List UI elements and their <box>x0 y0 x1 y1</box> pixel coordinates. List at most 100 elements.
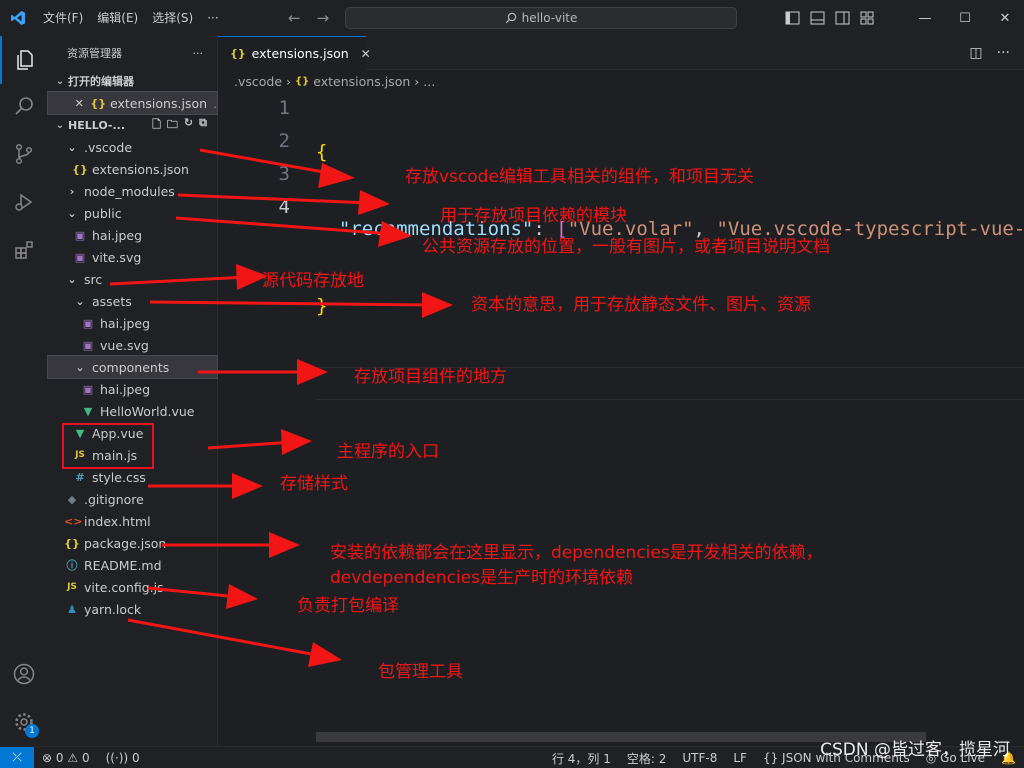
tree-item[interactable]: ▼ HelloWorld.vue <box>48 400 217 422</box>
tree-item[interactable]: ⌄ public <box>48 202 217 224</box>
maximize-button[interactable]: ☐ <box>945 11 985 26</box>
tree-item-label: .vscode <box>84 139 133 155</box>
code-content[interactable]: { "recommendations": ["Vue.volar", "Vue.… <box>316 92 1024 444</box>
explorer-icon[interactable] <box>0 36 48 84</box>
tree-item-label: main.js <box>92 447 138 463</box>
open-editor-item[interactable]: ✕ {} extensions.json . <box>47 91 218 115</box>
tree-item[interactable]: {} package.json <box>48 532 217 554</box>
annotation-assets: 资本的意思，用于存放静态文件、图片、资源 <box>471 295 811 315</box>
new-folder-icon[interactable]: 🗀 <box>167 116 178 135</box>
customize-layout-icon[interactable] <box>860 11 875 25</box>
indentation[interactable]: 空格: 2 <box>619 750 675 767</box>
tree-item[interactable]: ⌄ components <box>47 355 218 379</box>
run-debug-icon[interactable] <box>0 178 48 226</box>
tree-item[interactable]: ⌄ src <box>48 268 217 290</box>
problems-indicator[interactable]: ⊗ 0 ⚠ 0 <box>34 751 98 765</box>
annotation-public: 公共资源存放的位置，一般有图片，或者项目说明文档 <box>422 237 830 257</box>
image-file-icon: ▣ <box>82 316 94 330</box>
open-brace: { <box>316 141 328 163</box>
image-file-icon: ▣ <box>82 338 94 352</box>
html-file-icon: <> <box>64 514 83 528</box>
tree-item[interactable]: ◆ .gitignore <box>48 488 217 510</box>
cursor-position[interactable]: 行 4，列 1 <box>544 750 619 767</box>
chevron-right-icon: › <box>69 184 75 198</box>
open-editor-path: . <box>213 95 217 111</box>
menu-edit[interactable]: 编辑(E) <box>90 0 145 36</box>
tree-item-label: src <box>84 271 103 287</box>
chevron-down-icon: ⌄ <box>67 140 77 154</box>
forward-arrow-icon[interactable]: → <box>317 9 330 27</box>
error-icon: ⊗ <box>42 750 53 765</box>
tree-item[interactable]: # style.css <box>48 466 217 488</box>
refresh-icon[interactable]: ↻ <box>184 116 193 135</box>
menu-more[interactable]: ··· <box>200 0 225 36</box>
tree-item[interactable]: ⌄ .vscode <box>48 136 217 158</box>
tree-item[interactable]: ♟ yarn.lock <box>48 598 217 620</box>
more-actions-icon[interactable]: ··· <box>193 47 204 60</box>
tree-item-label: node_modules <box>84 183 175 199</box>
minimize-button[interactable]: — <box>905 11 945 26</box>
json-file-icon: {} <box>64 536 80 550</box>
ports-indicator[interactable]: ((·)) 0 <box>98 751 148 765</box>
tree-item[interactable]: ▣ hai.jpeg <box>48 378 217 400</box>
tree-item-label: App.vue <box>92 425 144 441</box>
collapse-all-icon[interactable]: ⧉ <box>199 116 207 135</box>
breadcrumb-symbol[interactable]: ... <box>423 74 435 89</box>
git-file-icon: ◆ <box>67 492 77 506</box>
tree-item[interactable]: ▣ vue.svg <box>48 334 217 356</box>
command-center-search[interactable]: hello-vite <box>345 7 737 29</box>
open-editors-section[interactable]: ⌄ 打开的编辑器 <box>48 70 217 92</box>
antenna-icon: ((·)) <box>105 750 129 765</box>
remote-indicator-icon[interactable]: ⤫ <box>0 746 34 768</box>
breadcrumb-folder[interactable]: .vscode <box>234 74 282 89</box>
tab-extensions-json[interactable]: {} extensions.json ✕ <box>218 36 371 70</box>
annotation-package-json-line1: 安装的依赖都会在这里显示，dependencies是开发相关的依赖， <box>330 543 823 563</box>
toggle-panel-icon[interactable] <box>810 11 825 25</box>
tree-item[interactable]: JS vite.config.js <box>48 576 217 598</box>
close-icon[interactable]: ✕ <box>72 97 86 110</box>
project-section[interactable]: ⌄ HELLO-... 🗋 🗀 ↻ ⧉ <box>48 114 217 136</box>
tree-item[interactable]: JS main.js <box>48 444 217 466</box>
extensions-icon[interactable] <box>0 226 48 274</box>
image-file-icon: ▣ <box>82 382 94 396</box>
tree-item[interactable]: ▣ hai.jpeg <box>48 312 217 334</box>
tree-item-label: hai.jpeg <box>100 381 151 397</box>
tree-item[interactable]: ▣ vite.svg <box>48 246 217 268</box>
chevron-down-icon: ⌄ <box>75 294 85 308</box>
more-actions-icon[interactable]: ··· <box>997 45 1010 61</box>
close-button[interactable]: ✕ <box>985 11 1024 26</box>
tree-item[interactable]: ⌄ assets <box>48 290 217 312</box>
line-ending[interactable]: LF <box>725 751 755 765</box>
tree-item-label: yarn.lock <box>84 601 142 617</box>
tree-item[interactable]: ⓘ README.md <box>48 554 217 576</box>
vscode-logo-icon <box>0 0 36 36</box>
breadcrumb-file[interactable]: extensions.json <box>313 74 410 89</box>
tab-label: extensions.json <box>251 46 349 61</box>
close-brace: } <box>316 295 328 317</box>
layout-controls <box>785 0 875 36</box>
tree-item[interactable]: ▣ hai.jpeg <box>48 224 217 246</box>
source-control-icon[interactable] <box>0 130 48 178</box>
braces-icon: {} <box>762 751 779 765</box>
menu-file[interactable]: 文件(F) <box>36 0 90 36</box>
tree-item[interactable]: › node_modules <box>48 180 217 202</box>
search-view-icon[interactable] <box>0 82 48 130</box>
line-number: 4 <box>278 196 290 218</box>
menu-select[interactable]: 选择(S) <box>145 0 200 36</box>
editor-tabs: {} extensions.json ✕ ◫ ··· <box>218 36 1024 70</box>
chevron-down-icon: ⌄ <box>67 206 77 220</box>
tab-close-icon[interactable]: ✕ <box>361 47 371 61</box>
tree-item[interactable]: ▼ App.vue <box>48 422 217 444</box>
split-editor-icon[interactable]: ◫ <box>969 45 982 61</box>
account-icon[interactable] <box>0 650 48 698</box>
encoding[interactable]: UTF-8 <box>674 751 725 765</box>
toggle-secondary-sidebar-icon[interactable] <box>835 11 850 25</box>
back-arrow-icon[interactable]: ← <box>288 9 301 27</box>
tree-item[interactable]: <> index.html <box>48 510 217 532</box>
tree-item[interactable]: {} extensions.json <box>48 158 217 180</box>
new-file-icon[interactable]: 🗋 <box>152 116 161 135</box>
settings-gear-icon[interactable]: 1 <box>0 698 48 746</box>
toggle-primary-sidebar-icon[interactable] <box>785 11 800 25</box>
code-editor[interactable]: 1 2 3 4 { "recommendations": ["Vue.volar… <box>218 92 1024 746</box>
annotation-yarn-lock: 包管理工具 <box>378 662 463 682</box>
